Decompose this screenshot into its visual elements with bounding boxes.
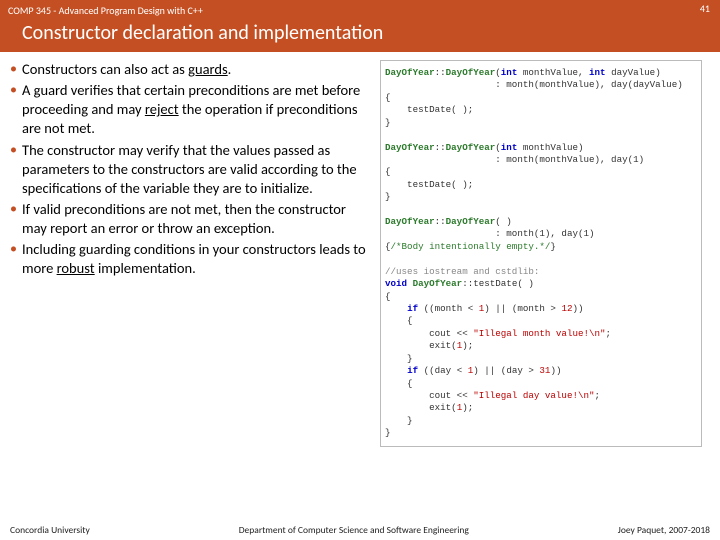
footer-author: Joey Paquet, 2007-2018 (618, 524, 710, 536)
code-snippet: DayOfYear::DayOfYear(int monthValue, int… (380, 60, 702, 447)
list-item: A guard verifies that certain preconditi… (8, 81, 374, 138)
bullet-list: Constructors can also act as guards. A g… (8, 60, 374, 278)
list-item: If valid preconditions are not met, then… (8, 200, 374, 238)
slide-footer: Concordia University Department of Compu… (0, 524, 720, 536)
slide-title: Constructor declaration and implementati… (0, 17, 720, 45)
list-item: Including guarding conditions in your co… (8, 240, 374, 278)
course-code: COMP 345 - Advanced Program Design with … (0, 0, 720, 17)
footer-department: Department of Computer Science and Softw… (239, 524, 469, 536)
list-item: The constructor may verify that the valu… (8, 141, 374, 198)
page-number: 41 (700, 2, 710, 15)
bullet-column: Constructors can also act as guards. A g… (8, 60, 380, 447)
slide-header: COMP 345 - Advanced Program Design with … (0, 0, 720, 52)
slide-content: Constructors can also act as guards. A g… (0, 52, 720, 447)
footer-university: Concordia University (10, 524, 90, 536)
list-item: Constructors can also act as guards. (8, 60, 374, 79)
